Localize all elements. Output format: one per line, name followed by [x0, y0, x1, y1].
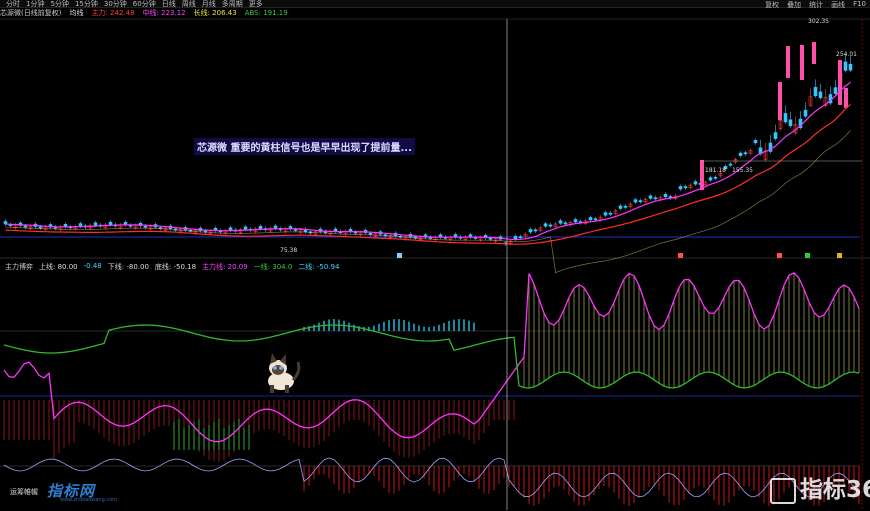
candlestick-series [3, 42, 853, 247]
candle-body [753, 140, 758, 144]
candle-body [593, 218, 598, 221]
indicator-lower: 下线: -80.00 [107, 263, 149, 271]
candle-body [78, 223, 83, 227]
candle-body [548, 224, 553, 227]
candle-body [738, 152, 743, 156]
label-right: 254.01 [836, 51, 857, 58]
candle-body [653, 197, 658, 200]
candle-body [558, 220, 563, 224]
signal-candle [786, 46, 790, 78]
candle-body [108, 221, 113, 226]
candle-body [783, 113, 788, 123]
indicator-lower-line-series [3, 457, 860, 498]
candle-body [563, 222, 568, 225]
candle-body [518, 236, 523, 239]
signal-candle [844, 88, 848, 108]
candle-body [788, 119, 793, 127]
candle-body [293, 229, 298, 231]
signal-marker [397, 253, 402, 258]
candle-body [543, 223, 548, 227]
crosshair [506, 19, 862, 510]
candle-body [638, 200, 643, 203]
indicator-legend: 主力博弈 上线: 80.00 -0.48 下线: -80.00 底线: -50.… [5, 262, 345, 272]
candle-body [773, 132, 778, 139]
indicator-bottom: 底线: -50.18 [154, 263, 197, 271]
candle-body [273, 225, 278, 229]
candle-body [648, 195, 653, 199]
candle-body [228, 227, 233, 231]
watermark-365-text: 指标365 [800, 477, 870, 503]
signal-candle [812, 42, 816, 64]
indicator-green-line [3, 324, 860, 389]
label-low: 75.38 [280, 247, 297, 254]
signal-marker [678, 253, 683, 258]
cat-sticker-icon [268, 353, 301, 393]
signal-marker [777, 253, 782, 258]
signal-candle [778, 82, 782, 120]
indicator-line1: 一线: 304.0 [253, 263, 293, 271]
indicator-val: -0.48 [83, 262, 102, 270]
watermark-zhibiaowang-url: www.zhibiaowang.com [60, 497, 118, 503]
candle-body [833, 87, 838, 94]
candle-body [258, 225, 263, 230]
label-mid2: 155.35 [732, 167, 753, 174]
candle-body [368, 232, 373, 235]
candle-body [573, 219, 578, 223]
candle-body [663, 194, 668, 198]
candle-body [803, 109, 808, 117]
candle-body [143, 225, 148, 228]
signal-marker [805, 253, 810, 258]
indicator-mainline: 主力线: 20.09 [202, 263, 248, 271]
candle-body [848, 63, 853, 71]
label-high: 302.35 [808, 18, 829, 25]
candle-body [608, 212, 613, 215]
candle-body [678, 186, 683, 190]
logo-box-icon [770, 477, 796, 504]
candle-body [488, 237, 493, 240]
candle-body [203, 230, 208, 233]
candle-body [23, 225, 28, 228]
candle-body [243, 226, 248, 230]
candle-body [513, 236, 518, 240]
candle-body [528, 229, 533, 233]
watermark-365: 指标365 [770, 470, 870, 504]
candle-body [708, 177, 713, 181]
indicator-name[interactable]: 主力博弈 [5, 262, 33, 272]
candle-body [818, 91, 823, 99]
candle-body [588, 217, 593, 221]
candle-body [618, 205, 623, 209]
signal-candle [700, 160, 704, 190]
candle-body [633, 199, 638, 203]
ma-line-mid [5, 130, 851, 274]
signal-candle [800, 45, 804, 80]
indicator-line2: 二线: -50.94 [298, 263, 340, 271]
candle-body [623, 205, 628, 208]
indicator-panel [3, 272, 860, 506]
candle-body [603, 212, 608, 216]
corner-label: 运筹帷幄 [10, 488, 38, 496]
kline-chart[interactable]: 302.35 254.01 181.18 155.35 75.38 [0, 0, 870, 511]
candle-body [728, 163, 733, 166]
candle-body [38, 226, 43, 229]
candle-body [93, 222, 98, 226]
candle-body [843, 61, 848, 71]
annotation-text: 芯源微 重要的黄柱信号也是早早出现了提前量... [194, 138, 415, 155]
candle-body [693, 181, 698, 185]
indicator-upper: 上线: 80.00 [39, 263, 78, 271]
indicator-magenta-line [3, 272, 860, 443]
candle-body [813, 87, 818, 97]
signal-marker [837, 253, 842, 258]
candle-body [533, 229, 538, 232]
candle-body [683, 186, 688, 189]
moving-average-lines [5, 81, 851, 274]
candle-body [743, 152, 748, 155]
label-mid: 181.18 [705, 167, 726, 174]
signal-candle [838, 60, 842, 105]
candle-body [713, 176, 718, 179]
